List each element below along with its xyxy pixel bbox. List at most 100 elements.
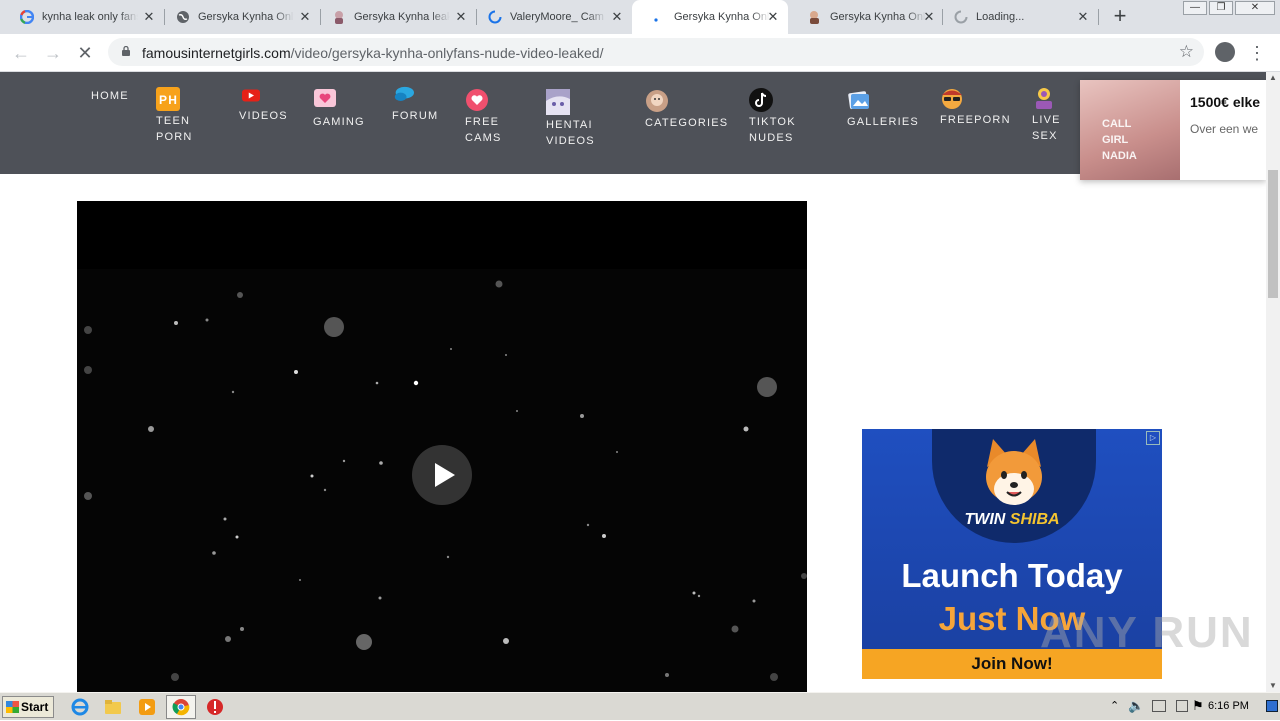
forward-button[interactable]: →: [42, 42, 64, 64]
nav-item-categories[interactable]: CATEGORIES: [645, 89, 728, 131]
tab-title: kynha leak only fans: [42, 11, 138, 23]
nav-label: FREE CAMS: [465, 116, 502, 144]
browser-tab[interactable]: kynha leak only fans ✕: [0, 0, 164, 34]
system-tray: ⌃ 🔈 ⚑: [1100, 693, 1280, 721]
nav-item-tiktok-nudes[interactable]: TIKTOK NUDES: [749, 88, 796, 146]
nav-label: CATEGORIES: [645, 117, 729, 129]
live-cam-icon: [1036, 88, 1052, 109]
loading-spinner-icon: [652, 10, 666, 24]
alert-app-icon[interactable]: [205, 697, 225, 717]
maximize-button[interactable]: ❐: [1209, 1, 1233, 15]
bookmark-star-icon[interactable]: ☆: [1179, 42, 1194, 62]
browser-tab[interactable]: Loading... ✕: [934, 0, 1098, 34]
heart-screen-icon: [314, 89, 336, 107]
browser-tab[interactable]: Gersyka Kynha OnlyFans ✕: [788, 0, 944, 34]
nav-label: VIDEOS: [239, 110, 288, 122]
tab-title: ValeryMoore_ Cam: [510, 11, 604, 23]
ad-headline: Launch Today: [901, 557, 1123, 594]
youtube-icon: [242, 89, 260, 102]
tab-title: Loading...: [976, 11, 1025, 23]
play-button[interactable]: [412, 445, 472, 505]
avatar-face-icon: [646, 90, 668, 112]
taskbar: Start ⌃ 🔈 ⚑ 6:16 PM: [0, 692, 1280, 720]
chrome-icon: [172, 699, 190, 716]
more-menu-icon[interactable]: ⋮: [1248, 42, 1266, 64]
minimize-button[interactable]: —: [1183, 1, 1207, 15]
taskbar-clock: 6:16 PM: [1208, 700, 1249, 712]
nav-item-freeporn[interactable]: FREEPORN: [940, 86, 1011, 128]
heart-icon: [466, 89, 488, 111]
close-tab-icon[interactable]: ✕: [142, 10, 156, 24]
ph-icon: PH: [156, 87, 180, 111]
nav-item-forum[interactable]: FORUM: [392, 86, 438, 124]
close-tab-icon[interactable]: ✕: [454, 10, 468, 24]
account-avatar-icon[interactable]: [1215, 42, 1235, 62]
nav-item-videos[interactable]: VIDEOS: [239, 88, 288, 124]
address-bar[interactable]: famousinternetgirls.com/video/gersyka-ky…: [108, 38, 1204, 66]
scroll-thumb[interactable]: [1268, 170, 1278, 298]
nav-label: FORUM: [392, 110, 439, 122]
tab-title: Gersyka Kynha OnlyFans: [674, 11, 770, 23]
tab-divider: [1098, 9, 1099, 25]
tray-expand-icon[interactable]: ⌃: [1110, 699, 1119, 712]
nav-label: FREEPORN: [940, 114, 1011, 126]
close-tab-icon[interactable]: ✕: [1076, 10, 1090, 24]
nav-item-galleries[interactable]: GALLERIES: [847, 88, 919, 130]
browser-tab[interactable]: Gersyka Kynha leaked ✕: [312, 0, 476, 34]
browser-tab[interactable]: ValeryMoore_ Cam ✕: [468, 0, 632, 34]
ad-choices-icon[interactable]: ▷: [1146, 431, 1160, 445]
start-label: Start: [21, 700, 49, 714]
photos-icon: [848, 91, 869, 110]
promo-title: 1500€ elke: [1190, 94, 1261, 110]
loading-spinner-icon: [488, 10, 502, 24]
nav-label: HOME: [91, 90, 129, 102]
shiba-dog-icon: [986, 439, 1042, 505]
stop-button[interactable]: ✕: [74, 42, 96, 64]
close-window-button[interactable]: ✕: [1235, 1, 1275, 15]
video-player[interactable]: [77, 201, 807, 692]
battery-icon[interactable]: [1176, 700, 1188, 712]
ie-icon[interactable]: [70, 697, 90, 717]
scroll-down-icon[interactable]: ▼: [1266, 680, 1280, 692]
promo-subtitle: Over een we: [1190, 122, 1259, 136]
close-tab-icon[interactable]: ✕: [298, 10, 312, 24]
windows-logo-icon: [6, 701, 19, 713]
back-button[interactable]: ←: [10, 42, 32, 64]
ad-brand-b: SHIBA: [1009, 511, 1060, 528]
nav-item-hentai-videos[interactable]: HENTAI VIDEOS: [546, 87, 595, 149]
nav-label: GALLERIES: [847, 116, 919, 128]
nav-label: TEEN PORN: [156, 115, 193, 143]
close-tab-icon[interactable]: ✕: [766, 10, 780, 24]
browser-tab[interactable]: Gersyka Kynha OnlyFans ✕: [156, 0, 320, 34]
scroll-up-icon[interactable]: ▲: [1266, 72, 1280, 84]
tiktok-icon: [749, 88, 773, 112]
start-button[interactable]: Start: [2, 696, 54, 718]
svg-text:PH: PH: [159, 93, 178, 107]
nav-item-home[interactable]: HOME: [91, 88, 129, 104]
nav-item-free-cams[interactable]: FREE CAMS: [465, 88, 502, 146]
promo-notification[interactable]: CALL GIRL NADIA 1500€ elke Over een we: [1080, 80, 1266, 180]
chat-bubble-icon: [394, 86, 414, 101]
nav-item-live-sex[interactable]: LIVE SEX: [1032, 86, 1061, 144]
network-icon[interactable]: [1152, 700, 1166, 712]
site-favicon-icon: [332, 10, 346, 24]
google-icon: [20, 10, 34, 24]
play-icon: [435, 463, 455, 487]
media-player-icon[interactable]: [137, 697, 157, 717]
url-path: /video/gersyka-kynha-onlyfans-nude-video…: [290, 45, 604, 61]
volume-icon[interactable]: 🔈: [1128, 698, 1144, 714]
ad-brand: TWIN SHIBA: [862, 511, 1162, 529]
vertical-scrollbar[interactable]: ▲ ▼: [1266, 72, 1280, 692]
browser-tab-active[interactable]: Gersyka Kynha OnlyFans ✕: [632, 0, 788, 34]
new-tab-button[interactable]: +: [1110, 5, 1130, 27]
show-desktop-icon[interactable]: [1266, 700, 1278, 712]
ad-brand-a: TWIN: [964, 511, 1010, 528]
nav-item-teen-porn[interactable]: PH TEEN PORN: [156, 87, 193, 145]
chrome-taskbar-button[interactable]: [166, 695, 196, 719]
nav-item-gaming[interactable]: GAMING: [313, 88, 365, 130]
flag-icon[interactable]: ⚑: [1192, 698, 1204, 714]
tab-strip: kynha leak only fans ✕ Gersyka Kynha Onl…: [0, 0, 1280, 34]
folder-icon[interactable]: [103, 697, 123, 717]
globe-icon: [176, 10, 190, 24]
close-tab-icon[interactable]: ✕: [610, 10, 624, 24]
